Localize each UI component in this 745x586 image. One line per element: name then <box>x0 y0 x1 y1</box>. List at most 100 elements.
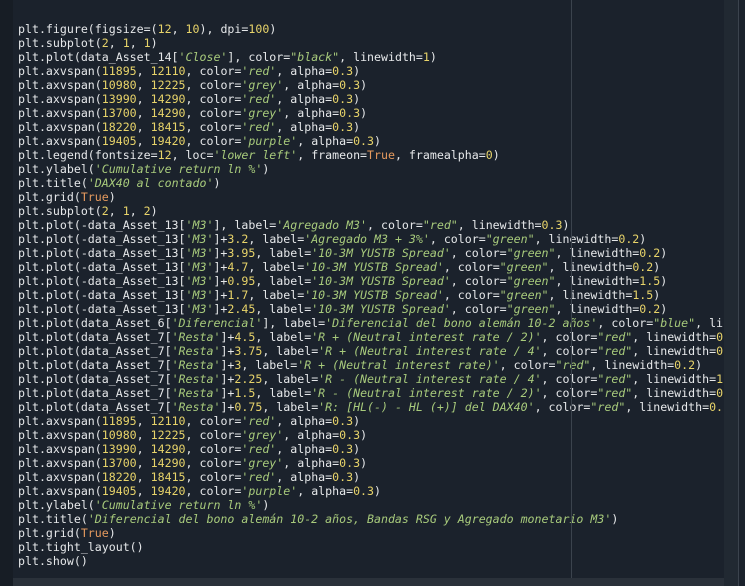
number-literal: 0. <box>709 400 724 414</box>
number-literal: 0.3 <box>339 456 361 470</box>
code-token: , color= <box>534 400 591 414</box>
number-literal: 4.7 <box>227 260 249 274</box>
code-token: , <box>136 442 151 456</box>
code-token: ) <box>150 204 158 218</box>
number-literal: 14290 <box>150 456 186 470</box>
code-line[interactable]: plt.plot(data_Asset_7['Resta']+1.5, labe… <box>18 386 724 400</box>
code-line[interactable]: plt.subplot(2, 1, 2) <box>18 204 724 218</box>
code-line[interactable]: plt.axvspan(10980, 12225, color='grey', … <box>18 78 724 92</box>
vertical-scrollbar[interactable] <box>724 0 738 586</box>
code-token: plt.ylabel( <box>18 162 95 176</box>
code-line[interactable]: plt.axvspan(11895, 12110, color='red', a… <box>18 414 724 428</box>
code-token: , <box>136 120 151 134</box>
number-literal: 11895 <box>101 64 137 78</box>
code-token: ) <box>353 120 361 134</box>
code-token: ]+ <box>213 302 228 316</box>
code-line[interactable]: plt.plot(-data_Asset_13['M3']+2.45, labe… <box>18 302 724 316</box>
code-token: , loc= <box>171 148 214 162</box>
string-literal: "red" <box>590 400 626 414</box>
horizontal-scrollbar[interactable] <box>13 578 724 586</box>
code-line[interactable]: plt.figure(figsize=(12, 10), dpi=100) <box>18 22 724 36</box>
string-literal: 'Resta' <box>171 400 221 414</box>
code-line[interactable]: plt.title('DAX40 al contado') <box>18 176 724 190</box>
code-token: , linewidth= <box>625 400 710 414</box>
code-token: , color= <box>541 330 598 344</box>
string-literal: 'red' <box>241 442 277 456</box>
code-token: plt.axvspan( <box>18 92 102 106</box>
code-line[interactable]: plt.axvspan(13990, 14290, color='red', a… <box>18 442 724 456</box>
number-literal: 14290 <box>150 92 186 106</box>
string-literal: 'purple' <box>241 484 298 498</box>
code-token: plt.plot(-data_Asset_13[ <box>18 302 186 316</box>
code-token: ]+ <box>220 358 235 372</box>
number-literal: 0.3 <box>332 92 354 106</box>
code-line[interactable]: plt.axvspan(11895, 12110, color='red', a… <box>18 64 724 78</box>
code-line[interactable]: plt.plot(data_Asset_6['Diferencial'], la… <box>18 316 724 330</box>
code-token: , linewidth= <box>632 344 717 358</box>
code-line[interactable]: plt.plot(-data_Asset_13['M3'], label='Ag… <box>18 218 724 232</box>
code-line[interactable]: plt.axvspan(10980, 12225, color='grey', … <box>18 428 724 442</box>
number-literal: 0 <box>716 386 724 400</box>
number-literal: 19405 <box>101 484 137 498</box>
code-line[interactable]: plt.axvspan(13700, 14290, color='grey', … <box>18 456 724 470</box>
code-token: , <box>136 456 151 470</box>
number-literal: 0 <box>716 330 724 344</box>
code-line[interactable]: plt.grid(True) <box>18 190 724 204</box>
code-line[interactable]: plt.plot(data_Asset_7['Resta']+3.75, lab… <box>18 344 724 358</box>
code-token: ) <box>653 260 661 274</box>
number-literal: 0.3 <box>339 106 361 120</box>
code-token: plt.plot(data_Asset_7[ <box>18 330 172 344</box>
code-editor[interactable]: plt.figure(figsize=(12, 10), dpi=100) plt… <box>18 22 724 578</box>
number-literal: 2.25 <box>234 372 263 386</box>
code-token: plt.axvspan( <box>18 64 102 78</box>
string-literal: "black" <box>290 50 340 64</box>
code-line[interactable]: plt.title('Diferencial del bono alemán 1… <box>18 512 724 526</box>
code-token: , linewidth= <box>590 358 675 372</box>
string-literal: 'red' <box>241 120 277 134</box>
code-line[interactable]: plt.plot(data_Asset_7['Resta']+0.75, lab… <box>18 400 724 414</box>
code-token: ) <box>360 428 368 442</box>
number-literal: 0.2 <box>674 358 696 372</box>
code-token: , label= <box>248 232 305 246</box>
number-literal: 14290 <box>150 442 186 456</box>
code-line[interactable]: plt.axvspan(18220, 18415, color='red', a… <box>18 470 724 484</box>
code-line[interactable]: plt.plot(-data_Asset_13['M3']+3.95, labe… <box>18 246 724 260</box>
code-line[interactable]: plt.legend(fontsize=12, loc='lower left'… <box>18 148 724 162</box>
code-token: , linewidth= <box>457 218 542 232</box>
string-literal: 'red' <box>241 470 277 484</box>
code-line[interactable]: plt.axvspan(19405, 19420, color='purple'… <box>18 134 724 148</box>
code-token: plt.axvspan( <box>18 134 102 148</box>
code-line[interactable]: plt.tight_layout() <box>18 540 724 554</box>
code-line[interactable]: plt.plot(-data_Asset_13['M3']+0.95, labe… <box>18 274 724 288</box>
code-token: , <box>136 428 151 442</box>
code-line[interactable]: plt.plot(-data_Asset_13['M3']+4.7, label… <box>18 260 724 274</box>
string-literal: "green" <box>506 274 556 288</box>
code-line[interactable]: plt.axvspan(18220, 18415, color='red', a… <box>18 120 724 134</box>
number-literal: 13990 <box>101 92 137 106</box>
code-line[interactable]: plt.plot(data_Asset_7['Resta']+3, label=… <box>18 358 724 372</box>
code-token: plt.axvspan( <box>18 78 102 92</box>
code-line[interactable]: plt.plot(-data_Asset_13['M3']+3.2, label… <box>18 232 724 246</box>
code-token: plt.plot(data_Asset_7[ <box>18 358 172 372</box>
code-token: plt.plot(-data_Asset_13[ <box>18 232 186 246</box>
string-literal: 'R - (Neutral interest rate / 4' <box>318 372 542 386</box>
code-line[interactable]: plt.axvspan(19405, 19420, color='purple'… <box>18 484 724 498</box>
code-token: , color= <box>429 232 486 246</box>
code-line[interactable]: plt.subplot(2, 1, 1) <box>18 36 724 50</box>
code-token: , alpha= <box>276 92 333 106</box>
code-token: ) <box>262 498 270 512</box>
code-line[interactable]: plt.ylabel('Cumulative return ln %') <box>18 162 724 176</box>
code-line[interactable]: plt.grid(True) <box>18 526 724 540</box>
code-line[interactable]: plt.plot(data_Asset_7['Resta']+2.25, lab… <box>18 372 724 386</box>
code-token: ]+ <box>220 344 235 358</box>
code-line[interactable]: plt.ylabel('Cumulative return ln %') <box>18 498 724 512</box>
code-line[interactable]: plt.show() <box>18 554 724 568</box>
string-literal: 'R: [HL(-) - HL (+)] del DAX40' <box>318 400 535 414</box>
code-line[interactable]: plt.axvspan(13990, 14290, color='red', a… <box>18 92 724 106</box>
code-line[interactable]: plt.plot(-data_Asset_13['M3']+1.7, label… <box>18 288 724 302</box>
code-line[interactable]: plt.axvspan(13700, 14290, color='grey', … <box>18 106 724 120</box>
code-line[interactable]: plt.plot(data_Asset_7['Resta']+4.5, labe… <box>18 330 724 344</box>
string-literal: '10-3M YUSTB Spread' <box>304 260 444 274</box>
keyword: True <box>367 148 395 162</box>
code-line[interactable]: plt.plot(data_Asset_14['Close'], color="… <box>18 50 724 64</box>
